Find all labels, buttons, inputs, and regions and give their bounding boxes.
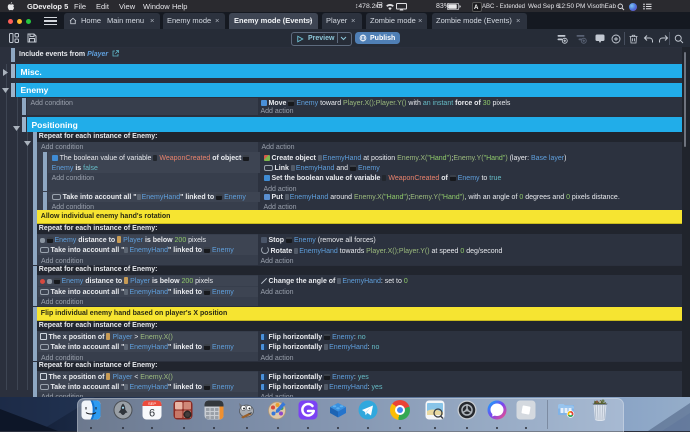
svg-text:6: 6 bbox=[149, 407, 155, 419]
svg-text:SEP: SEP bbox=[148, 401, 156, 406]
